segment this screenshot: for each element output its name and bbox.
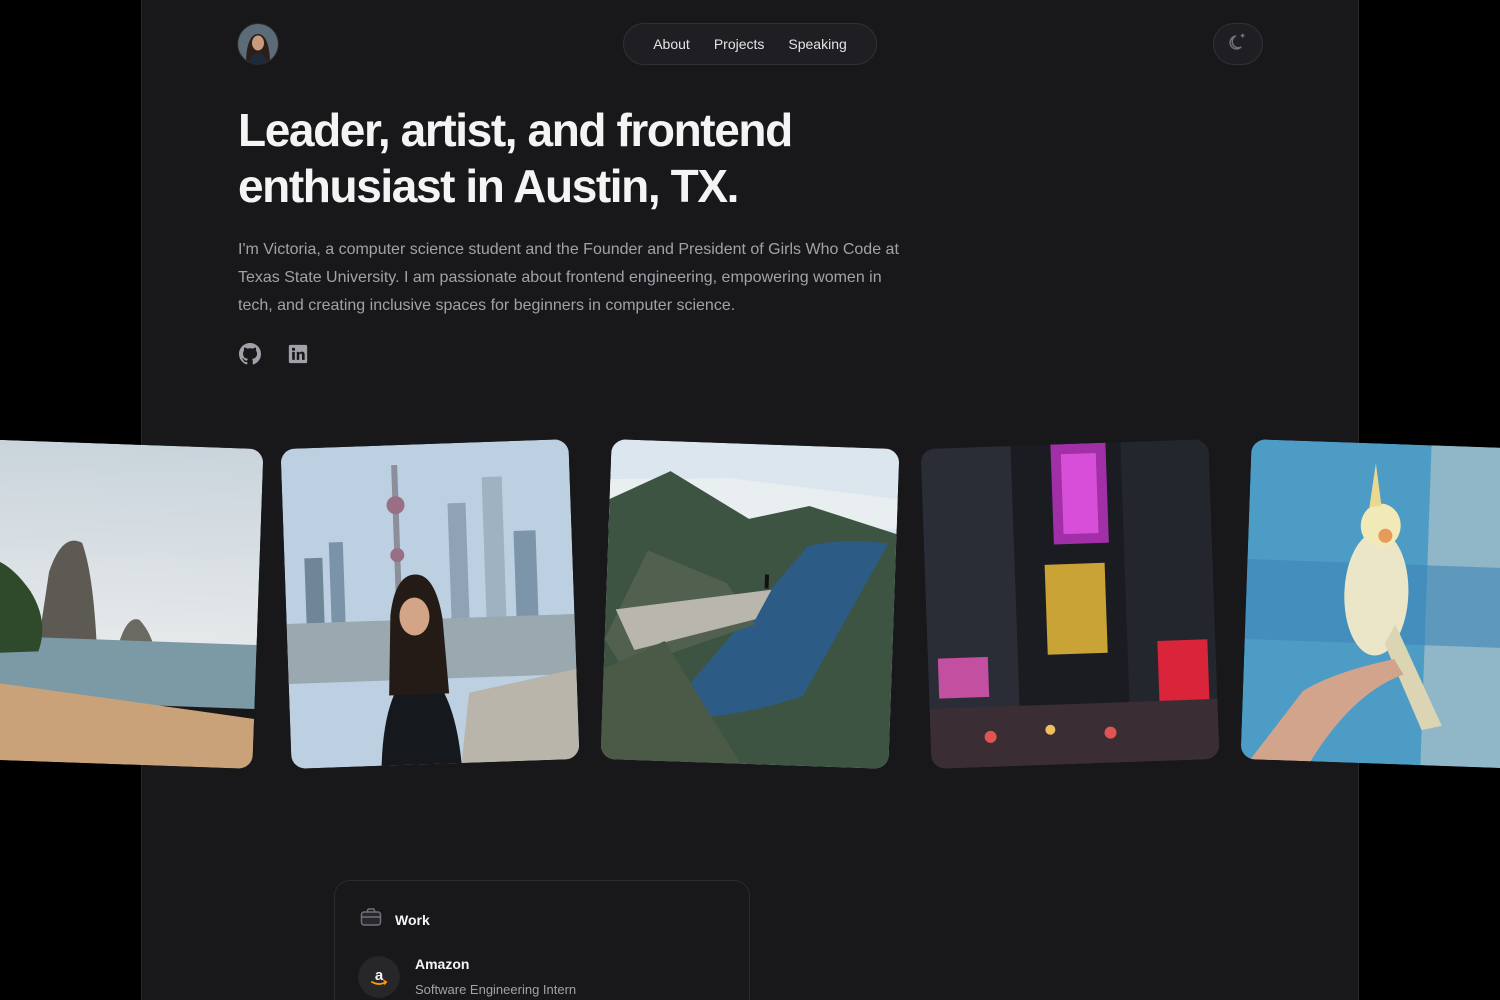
- main-nav: About Projects Speaking: [623, 23, 877, 65]
- moon-icon: [1227, 31, 1249, 58]
- theme-toggle-button[interactable]: [1213, 23, 1263, 65]
- github-icon: [239, 342, 261, 370]
- work-card: Work a Amazon Software Engineering Inter…: [334, 880, 750, 1000]
- avatar[interactable]: [238, 24, 278, 64]
- linkedin-link[interactable]: [286, 344, 310, 368]
- page: About Projects Speaking Leader, artist, …: [0, 0, 1500, 1000]
- photo-city-skyline: [280, 439, 580, 769]
- social-links: [238, 342, 310, 370]
- work-heading: Work: [395, 911, 430, 928]
- nav-projects-link[interactable]: Projects: [714, 36, 765, 52]
- photo-neon-street: [920, 439, 1220, 769]
- page-title-line-2: enthusiast in Austin, TX.: [238, 160, 739, 212]
- photo-cockatiel: [1240, 439, 1500, 769]
- photo-beach: [0, 439, 264, 769]
- job-company: Amazon: [415, 956, 470, 972]
- briefcase-icon: [359, 905, 383, 934]
- github-link[interactable]: [238, 342, 262, 370]
- amazon-logo: a: [359, 957, 399, 997]
- photo-fjord-cliff: [600, 439, 900, 769]
- work-header: Work: [359, 905, 430, 934]
- svg-text:a: a: [375, 967, 384, 984]
- intro-paragraph: I'm Victoria, a computer science student…: [238, 241, 899, 314]
- page-title-line-1: Leader, artist, and frontend: [238, 104, 793, 156]
- nav-about-link[interactable]: About: [653, 36, 690, 52]
- page-title: Leader, artist, and frontend enthusiast …: [238, 102, 938, 214]
- job-role: Software Engineering Intern: [415, 982, 577, 997]
- linkedin-icon: [288, 344, 308, 369]
- nav-speaking-link[interactable]: Speaking: [788, 36, 846, 52]
